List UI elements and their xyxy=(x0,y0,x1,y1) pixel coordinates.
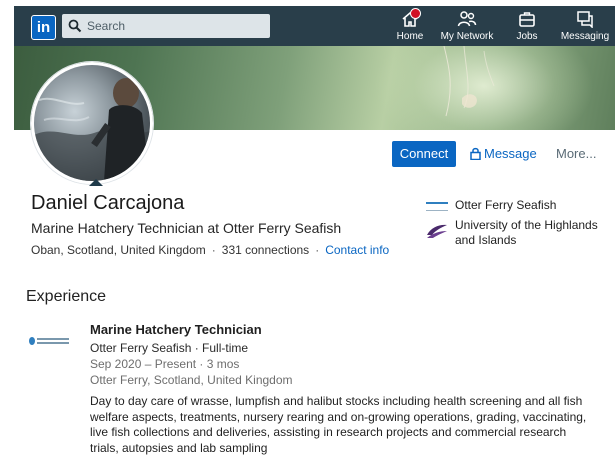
otter-ferry-logo xyxy=(426,202,448,211)
profile-photo[interactable] xyxy=(31,62,153,184)
profile-location: Oban, Scotland, United Kingdom xyxy=(31,243,206,257)
uhi-logo xyxy=(427,224,447,238)
briefcase-icon xyxy=(519,12,535,27)
nav-home-label: Home xyxy=(396,31,424,42)
search-input[interactable] xyxy=(84,14,267,38)
org-current-company[interactable]: Otter Ferry Seafish xyxy=(426,198,615,214)
search-box[interactable] xyxy=(62,14,270,38)
messaging-icon xyxy=(577,11,593,28)
nav-messaging-label: Messaging xyxy=(560,31,610,42)
lock-icon xyxy=(470,147,481,161)
nav-my-network-label: My Network xyxy=(440,31,494,42)
experience-company: Otter Ferry Seafish · Full-time xyxy=(90,341,249,355)
top-nav-bar: in Home My Network Jobs Me xyxy=(14,6,615,46)
separator-dot: · xyxy=(211,243,216,257)
linkedin-logo[interactable]: in xyxy=(31,15,56,40)
experience-description: Day to day care of wrasse, lumpfish and … xyxy=(90,394,587,455)
org-education-name: University of the Highlands and Islands xyxy=(455,218,598,247)
separator-dot: · xyxy=(315,243,320,257)
nav-home[interactable]: Home xyxy=(395,8,425,46)
experience-heading: Experience xyxy=(26,288,107,305)
experience-role[interactable]: Marine Hatchery Technician xyxy=(90,322,262,337)
logo-mark xyxy=(29,337,35,345)
otter-ferry-logo[interactable] xyxy=(29,336,69,346)
nav-my-network[interactable]: My Network xyxy=(439,8,495,46)
avatar-pointer xyxy=(89,179,103,186)
org-current-company-name: Otter Ferry Seafish xyxy=(455,198,557,212)
banner-jellyfish-image xyxy=(443,46,495,117)
experience-location: Otter Ferry, Scotland, United Kingdom xyxy=(90,373,293,387)
experience-dates: Sep 2020 – Present · 3 mos xyxy=(90,357,240,371)
nav-messaging[interactable]: Messaging xyxy=(560,8,610,46)
message-button[interactable]: Message xyxy=(470,141,537,167)
message-button-label: Message xyxy=(484,146,537,161)
profile-meta: Oban, Scotland, United Kingdom · 331 conne… xyxy=(31,243,389,257)
network-icon xyxy=(457,11,477,27)
logo-text-lines xyxy=(37,338,69,340)
profile-headline: Marine Hatchery Technician at Otter Ferr… xyxy=(31,220,342,236)
connect-button[interactable]: Connect xyxy=(392,141,456,167)
profile-name: Daniel Carcajona xyxy=(31,192,185,214)
notification-badge xyxy=(410,8,421,19)
profile-connections[interactable]: 331 connections xyxy=(222,243,309,257)
nav-jobs[interactable]: Jobs xyxy=(514,8,540,46)
nav-jobs-label: Jobs xyxy=(516,31,538,42)
search-icon xyxy=(68,19,82,33)
profile-photo-image xyxy=(34,78,150,181)
org-education[interactable]: University of the Highlands and Islands xyxy=(426,218,615,248)
contact-info-link[interactable]: Contact info xyxy=(325,243,389,257)
more-button[interactable]: More... xyxy=(556,141,596,167)
